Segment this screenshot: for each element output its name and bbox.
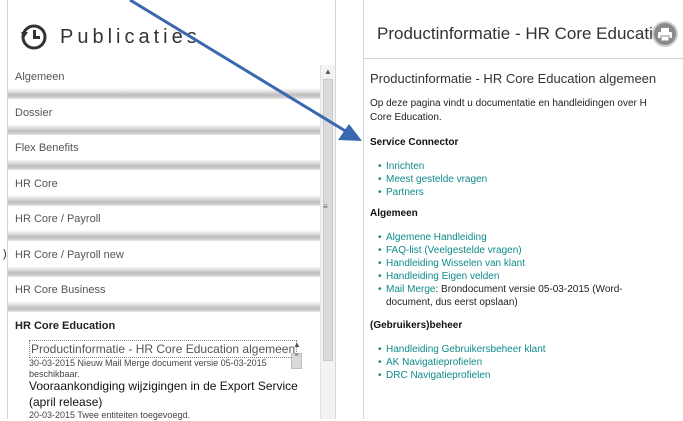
bullet: •	[378, 271, 382, 282]
category-item[interactable]: HR Core	[8, 170, 320, 206]
doc-link[interactable]: Partners	[386, 187, 424, 198]
section-title: Service Connector	[370, 137, 459, 148]
doc-link[interactable]: AK Navigatieprofielen	[386, 357, 482, 368]
bullet: •	[378, 284, 382, 295]
doc-link[interactable]: FAQ-list (Veelgestelde vragen)	[386, 245, 522, 256]
mail-merge-link[interactable]: Mail Merge	[386, 284, 435, 295]
detail-content: Productinformatie - HR Core Education al…	[370, 70, 683, 382]
bullet: •	[378, 258, 382, 269]
detail-header-title: Productinformatie - HR Core Educati...	[377, 24, 668, 43]
bullet: •	[378, 187, 382, 198]
category-item[interactable]: Flex Benefits	[8, 135, 320, 171]
doc-link[interactable]: Handleiding Wisselen van klant	[386, 258, 525, 269]
list-item: • Mail Merge: Brondocument versie 05-03-2…	[370, 283, 683, 309]
history-icon	[21, 24, 47, 50]
publication-desc: 20-03-2015 Twee entiteiten toegevoegd.	[29, 410, 190, 420]
detail-header: Productinformatie - HR Core Educati...	[364, 14, 683, 59]
bullet: •	[378, 344, 382, 355]
category-item[interactable]: Dossier	[8, 99, 320, 135]
list-item: • Partners	[370, 186, 683, 199]
publication-desc: 30-03-2015 Nieuw Mail Merge document ver…	[29, 358, 267, 368]
bullet: •	[378, 232, 382, 243]
scroll-thumb[interactable]: ≡	[291, 352, 302, 369]
panel-border	[335, 0, 336, 419]
link-list: • Handleiding Gebruikersbeheer klant • AK …	[370, 343, 683, 382]
bullet: •	[378, 245, 382, 256]
publication-title[interactable]: Productinformatie - HR Core Education al…	[29, 340, 298, 358]
intro-line: Op deze pagina vindt u documentatie en h…	[370, 98, 647, 109]
publication-item[interactable]: Productinformatie - HR Core Education al…	[29, 340, 299, 380]
print-button[interactable]	[652, 21, 678, 47]
scroll-thumb[interactable]	[323, 79, 333, 361]
doc-link[interactable]: Algemene Handleiding	[386, 232, 487, 243]
page-title: Productinformatie - HR Core Education al…	[370, 71, 657, 86]
list-item: • Handleiding Eigen velden	[370, 270, 683, 283]
bullet: •	[378, 161, 382, 172]
category-scrollbar[interactable]: ▲ ≡	[320, 65, 335, 419]
list-item: • AK Navigatieprofielen	[370, 356, 683, 369]
scroll-grip-icon: ≡	[323, 202, 328, 211]
intro-text: Op deze pagina vindt u documentatie en h…	[370, 97, 683, 125]
category-item[interactable]: Algemeen	[8, 64, 320, 100]
doc-link[interactable]: Handleiding Gebruikersbeheer klant	[386, 344, 546, 355]
scroll-up-icon[interactable]: ▲	[290, 339, 304, 351]
bullet: •	[378, 370, 382, 381]
list-item: • Inrichten	[370, 160, 683, 173]
mail-merge-text: document, dus eerst opslaan)	[386, 297, 518, 308]
section-title: Algemeen	[370, 208, 418, 219]
category-list: Algemeen Dossier Flex Benefits HR Core H…	[8, 64, 320, 348]
detail-panel: Productinformatie - HR Core Educati... P…	[363, 0, 683, 419]
list-item: • DRC Navigatieprofielen	[370, 369, 683, 382]
doc-link[interactable]: DRC Navigatieprofielen	[386, 370, 491, 381]
doc-link[interactable]: Inrichten	[386, 161, 424, 172]
bullet: •	[378, 174, 382, 185]
publications-panel: Publicaties Algemeen Dossier Flex Benefi…	[0, 0, 345, 421]
list-item: • Meest gestelde vragen	[370, 173, 683, 186]
doc-link[interactable]: Handleiding Eigen velden	[386, 271, 499, 282]
link-list: • Algemene Handleiding • FAQ-list (Veelges…	[370, 231, 683, 309]
publications-title: Publicaties	[60, 26, 201, 48]
mail-merge-text: : Brondocument versie 05-03-2015 (Word-	[435, 284, 623, 295]
intro-line: Core Education.	[370, 112, 442, 123]
publications-header: Publicaties	[8, 14, 318, 60]
print-icon	[658, 28, 672, 41]
list-item: • Algemene Handleiding	[370, 231, 683, 244]
bullet: •	[378, 357, 382, 368]
publication-title[interactable]: (april release)	[29, 394, 299, 410]
section-title: (Gebruikers)beheer	[370, 320, 463, 331]
category-item[interactable]: HR Core / Payroll new	[8, 241, 320, 277]
category-item[interactable]: HR Core / Payroll	[8, 206, 320, 242]
list-item: • Handleiding Gebruikersbeheer klant	[370, 343, 683, 356]
publication-title[interactable]: Vooraankondiging wijzigingen in de Expor…	[29, 378, 299, 394]
list-item: • Handleiding Wisselen van klant	[370, 257, 683, 270]
list-item: • FAQ-list (Veelgestelde vragen)	[370, 244, 683, 257]
doc-link[interactable]: Meest gestelde vragen	[386, 174, 487, 185]
scroll-up-icon[interactable]: ▲	[321, 65, 335, 79]
publication-item[interactable]: Vooraankondiging wijzigingen in de Expor…	[29, 378, 299, 421]
category-item[interactable]: HR Core Business	[8, 277, 320, 313]
side-marker: )	[3, 248, 7, 260]
link-list: • Inrichten • Meest gestelde vragen • Partn…	[370, 160, 683, 199]
publication-list: Productinformatie - HR Core Education al…	[22, 336, 320, 421]
publication-scrollbar[interactable]: ▲ ≡	[290, 339, 304, 419]
